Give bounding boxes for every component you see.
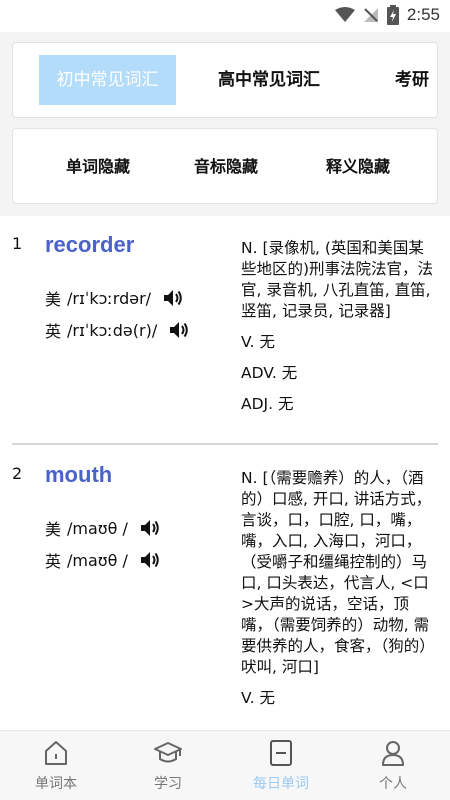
status-time: 2:55 (406, 5, 440, 24)
us-label: 美 (45, 520, 62, 539)
status-bar: 2:55 (0, 0, 450, 32)
hide-phonetic-button[interactable]: 音标隐藏 (161, 129, 291, 205)
definition-verb: V. 无 (241, 689, 275, 707)
daily-card-icon (270, 740, 292, 766)
graduation-cap-icon (154, 742, 182, 763)
uk-phonetic: /maʊθ / (67, 550, 128, 570)
uk-pronunciation: 英 /rɪˈkɔːdə(r)/ (45, 318, 189, 342)
definitions: N. [录像机, (英国和美国某些地区的)刑事法院法官，法官, 录音机, 八孔直… (241, 238, 439, 425)
nav-item-study[interactable]: 学习 (123, 739, 213, 793)
definition-noun: N. [录像机, (英国和美国某些地区的)刑事法院法官，法官, 录音机, 八孔直… (241, 239, 434, 320)
us-pronunciation: 美 /rɪˈkɔːrdər/ (45, 286, 183, 310)
nav-item-profile[interactable]: 个人 (348, 739, 438, 793)
tab-postgrad-vocab[interactable]: 考研 (395, 55, 437, 105)
uk-phonetic: /rɪˈkɔːdə(r)/ (67, 320, 158, 340)
nav-item-wordbook[interactable]: 单词本 (11, 739, 101, 793)
nav-label: 学习 (154, 776, 182, 792)
uk-pronunciation: 英 /maʊθ / (45, 548, 160, 572)
speaker-icon[interactable] (140, 551, 160, 569)
tab-senior-vocab[interactable]: 高中常见词汇 (203, 55, 335, 105)
speaker-icon[interactable] (163, 289, 183, 307)
nav-item-daily-words[interactable]: 每日单词 (236, 739, 326, 793)
definition-adverb: ADV. 无 (241, 364, 298, 382)
hide-toggles: 单词隐藏 音标隐藏 释义隐藏 (12, 128, 438, 204)
speaker-icon[interactable] (140, 519, 160, 537)
nav-label: 个人 (379, 776, 407, 792)
battery-charging-icon (386, 5, 399, 25)
us-phonetic: /maʊθ / (67, 518, 128, 538)
word-entry[interactable]: 1 recorder 美 /rɪˈkɔːrdər/ 英 /rɪˈkɔːdə(r)… (12, 230, 438, 445)
tab-junior-vocab[interactable]: 初中常见词汇 (39, 55, 176, 105)
definition-verb: V. 无 (241, 333, 275, 351)
wifi-icon (334, 7, 355, 22)
header-region: 初中常见词汇 高中常见词汇 考研 单词隐藏 音标隐藏 释义隐藏 (0, 32, 450, 216)
word-index: 1 (12, 234, 23, 253)
definition-noun: N. [（需要赡养）的人，（酒的）口感, 开口, 讲话方式，言谈，口，口腔, 口… (241, 469, 435, 676)
word-text: recorder (45, 232, 135, 257)
speaker-icon[interactable] (169, 321, 189, 339)
person-icon (382, 741, 404, 766)
definitions: N. [（需要赡养）的人，（酒的）口感, 开口, 讲话方式，言谈，口，口腔, 口… (241, 468, 439, 719)
hide-word-button[interactable]: 单词隐藏 (33, 129, 163, 205)
word-entry[interactable]: 2 mouth 美 /maʊθ / 英 /maʊθ / N. [（需要赡养）的人… (12, 460, 438, 730)
us-label: 美 (45, 290, 62, 309)
us-phonetic: /rɪˈkɔːrdər/ (67, 288, 152, 308)
us-pronunciation: 美 /maʊθ / (45, 516, 160, 540)
uk-label: 英 (45, 552, 62, 571)
nav-label: 单词本 (35, 776, 77, 792)
word-index: 2 (12, 464, 23, 483)
nav-label: 每日单词 (253, 776, 309, 792)
word-text: mouth (45, 462, 113, 487)
no-signal-icon (363, 8, 378, 22)
uk-label: 英 (45, 322, 62, 341)
word-list[interactable]: 1 recorder 美 /rɪˈkɔːrdər/ 英 /rɪˈkɔːdə(r)… (0, 216, 450, 730)
home-icon (45, 741, 67, 765)
hide-definition-button[interactable]: 释义隐藏 (293, 129, 423, 205)
bottom-nav: 单词本 学习 每日单词 个人 (0, 730, 450, 800)
category-tabs: 初中常见词汇 高中常见词汇 考研 (12, 42, 438, 118)
status-icons: 2:55 (334, 5, 440, 25)
definition-adjective: ADJ. 无 (241, 395, 294, 413)
